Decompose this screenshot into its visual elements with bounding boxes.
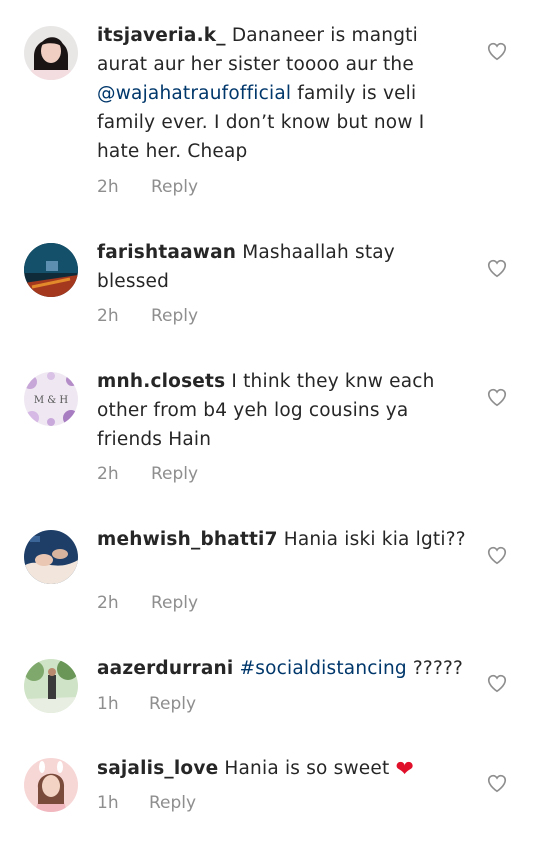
heart-outline-icon[interactable]: [486, 544, 508, 566]
comment-text: farishtaawan Mashaallah stay blessed: [97, 238, 467, 296]
avatar[interactable]: [24, 659, 78, 713]
comment-username[interactable]: mnh.closets: [97, 371, 225, 392]
heart-outline-icon[interactable]: [486, 772, 508, 794]
comment-time: 2h: [97, 593, 119, 613]
avatar[interactable]: [24, 530, 78, 584]
comment-username[interactable]: aazerdurrani: [97, 658, 233, 679]
heart-emoji-icon: ❤: [395, 757, 415, 782]
comment-meta: 2h Reply: [97, 464, 198, 484]
reply-button[interactable]: Reply: [151, 464, 198, 484]
heart-outline-icon[interactable]: [486, 40, 508, 62]
comment-time: 2h: [97, 177, 119, 197]
comment-meta: 2h Reply: [97, 593, 198, 613]
comment-meta: 2h Reply: [97, 306, 198, 326]
comment-username[interactable]: mehwish_bhatti7: [97, 529, 278, 550]
comment-meta: 2h Reply: [97, 177, 198, 197]
reply-button[interactable]: Reply: [149, 793, 196, 813]
avatar[interactable]: M & H: [24, 372, 78, 426]
avatar[interactable]: [24, 243, 78, 297]
comment-meta: 1h Reply: [97, 793, 196, 813]
heart-outline-icon[interactable]: [486, 672, 508, 694]
comment-time: 1h: [97, 793, 119, 813]
comment-text: mehwish_bhatti7 Hania iski kia lgti??: [97, 525, 467, 554]
comment-text-part: Hania iski kia lgti??: [277, 529, 466, 550]
reply-button[interactable]: Reply: [151, 306, 198, 326]
avatar-text: M & H: [34, 395, 68, 406]
reply-button[interactable]: Reply: [151, 593, 198, 613]
comment-time: 2h: [97, 464, 119, 484]
comment-username[interactable]: sajalis_love: [97, 758, 218, 779]
comment-time: 1h: [97, 694, 119, 714]
comment-time: 2h: [97, 306, 119, 326]
hashtag-link[interactable]: #socialdistancing: [240, 658, 407, 679]
comment-text: itsjaveria.k_ Dananeer is mangti aurat a…: [97, 21, 467, 166]
comment-meta: 1h Reply: [97, 694, 196, 714]
comment-text: mnh.closets I think they knw each other …: [97, 367, 467, 454]
comment-username[interactable]: itsjaveria.k_: [97, 25, 226, 46]
heart-outline-icon[interactable]: [486, 386, 508, 408]
comment-text-part: ?????: [406, 658, 464, 679]
reply-button[interactable]: Reply: [151, 177, 198, 197]
heart-outline-icon[interactable]: [486, 257, 508, 279]
mention-link[interactable]: @wajahatraufofficial: [97, 83, 291, 104]
reply-button[interactable]: Reply: [149, 694, 196, 714]
comment-text: aazerdurrani #socialdistancing ?????: [97, 654, 467, 683]
comment-text-part: Hania is so sweet: [218, 758, 396, 779]
avatar[interactable]: [24, 26, 78, 80]
avatar[interactable]: [24, 758, 78, 812]
comment-text: sajalis_love Hania is so sweet ❤: [97, 754, 467, 783]
comment-username[interactable]: farishtaawan: [97, 242, 236, 263]
